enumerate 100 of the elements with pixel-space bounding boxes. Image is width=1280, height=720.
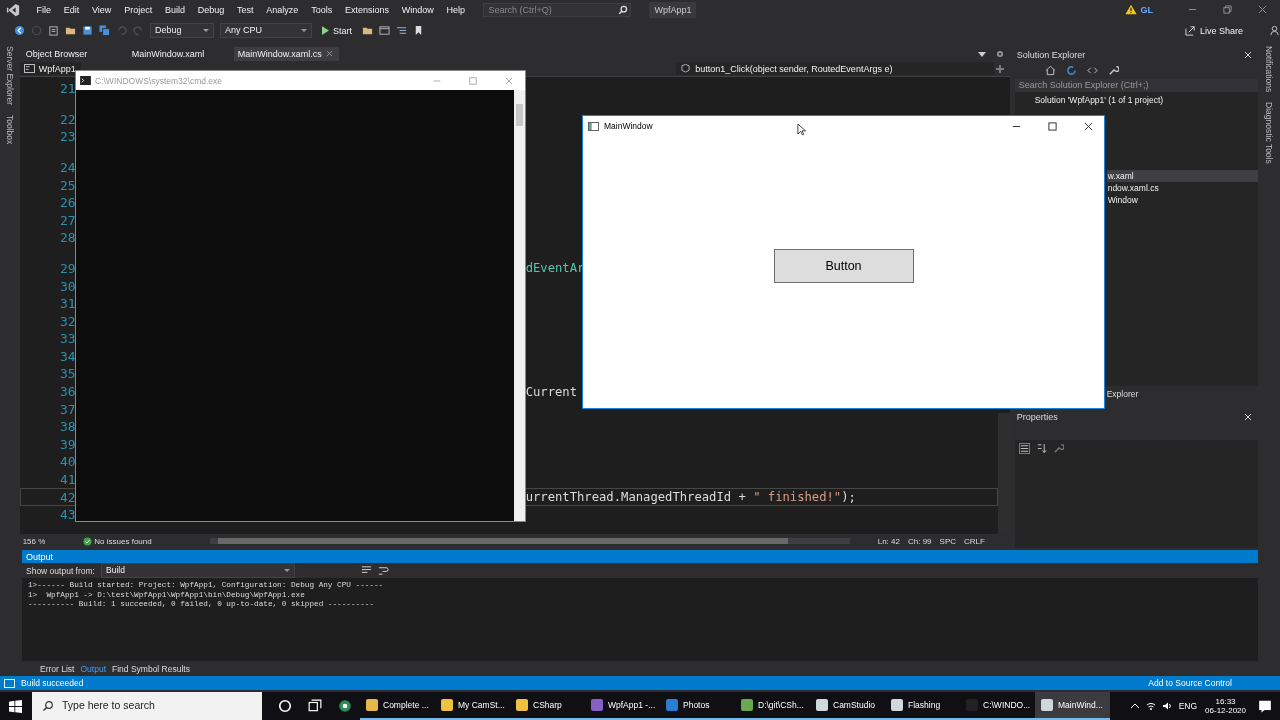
menu-item[interactable]: Extensions [338, 4, 396, 15]
app-icon[interactable] [338, 699, 352, 713]
issues-status[interactable]: No issues found [94, 536, 152, 546]
code-line: dEventAr [525, 261, 586, 276]
project-dropdown[interactable]: WpfApp1 [19, 62, 82, 76]
tree-item[interactable]: w.xaml [1106, 169, 1259, 182]
refresh-icon[interactable] [1065, 64, 1077, 76]
restore-icon[interactable] [1223, 5, 1232, 15]
menu-item[interactable]: Analyze [259, 4, 305, 15]
new-project-icon[interactable] [48, 25, 59, 37]
taskbar-button[interactable]: Flashing [885, 692, 960, 720]
windows-start-icon[interactable] [9, 699, 22, 713]
menu-item[interactable]: Debug [191, 4, 231, 15]
notification-icon[interactable] [1258, 699, 1272, 713]
taskbar-button[interactable]: My CamSt... [435, 692, 510, 720]
save-icon[interactable] [82, 25, 93, 37]
clock-time[interactable]: 16:33 [1215, 697, 1236, 706]
task-view-icon[interactable] [308, 699, 322, 713]
menu-item[interactable]: View [85, 4, 118, 15]
status-message: Build succeeded [21, 678, 84, 688]
button[interactable]: Button [773, 249, 914, 283]
warning-icon[interactable] [1124, 4, 1137, 16]
search-field[interactable]: Search Solution Explorer (Ctrl+;) [1014, 78, 1259, 92]
line-number: 32 [59, 313, 76, 329]
source-control-button[interactable]: Add to Source Control [1148, 678, 1232, 688]
side-tab[interactable]: Server Explorer [4, 45, 15, 105]
tree-item[interactable]: Solution 'WpfApp1' (1 of 1 project) [1014, 93, 1259, 106]
horizontal-scrollbar[interactable] [209, 538, 850, 545]
taskbar-button[interactable]: Complete ... [360, 692, 435, 720]
vs-logo-icon [6, 2, 20, 17]
project-icon [23, 64, 35, 74]
document-tab[interactable]: MainWindow.xaml [127, 46, 230, 61]
side-tab[interactable]: Diagnostic Tools [1264, 102, 1275, 164]
document-tab[interactable]: MainWindow.xaml.cs [233, 46, 339, 61]
panel-tab[interactable]: Error List [40, 663, 75, 674]
window-title: MainWindow [604, 121, 653, 131]
member-dropdown[interactable]: button1_Click(object sender, RoutedEventArgs e) [676, 62, 994, 76]
sort-icon[interactable] [1035, 442, 1047, 454]
line-number: 40 [59, 454, 76, 470]
line-number: 37 [59, 401, 76, 417]
tree-item[interactable]: ndow.xaml.cs [1106, 181, 1259, 194]
menu-item[interactable]: Edit [57, 4, 86, 15]
clock-date[interactable]: 06-12-2020 [1205, 706, 1246, 715]
menu-item[interactable]: Build [158, 4, 192, 15]
scrollbar[interactable] [514, 90, 525, 521]
tree-item[interactable]: Window [1106, 193, 1259, 206]
language-indicator[interactable]: ENG [1178, 701, 1198, 711]
dropdown-icon[interactable] [977, 49, 986, 58]
line-number: 38 [59, 419, 76, 435]
taskbar-button[interactable]: CamStudio [810, 692, 885, 720]
indent-icon[interactable] [396, 25, 407, 37]
menu-item[interactable]: File [30, 4, 58, 15]
settings-icon[interactable] [995, 49, 1004, 58]
platform-dropdown[interactable]: Any CPU [220, 23, 312, 39]
side-tab[interactable]: Notifications [1264, 45, 1275, 93]
folder-icon[interactable] [65, 25, 76, 37]
line-number: 42 [59, 489, 76, 505]
window-icon [588, 121, 599, 131]
folder-icon[interactable] [362, 25, 373, 37]
taskbar-button[interactable]: MainWind... [1035, 692, 1110, 720]
menu-item[interactable]: Tools [304, 4, 339, 15]
browser-icon[interactable] [379, 25, 390, 37]
menu-item[interactable]: Test [230, 4, 260, 15]
maximize-icon[interactable] [1048, 121, 1057, 131]
spacing-indicator: SPC [939, 536, 956, 546]
wifi-icon[interactable] [1145, 701, 1156, 711]
categorized-icon[interactable] [1018, 442, 1030, 454]
panel-tab[interactable]: Output [80, 663, 106, 674]
back-icon[interactable] [14, 25, 25, 37]
close-icon[interactable] [1084, 121, 1093, 131]
line-number: 36 [59, 384, 76, 400]
speaker-icon[interactable] [1161, 701, 1172, 711]
code-line: urrentThread.ManagedThreadId + " finished!"); [525, 490, 857, 505]
taskbar-button[interactable]: D:\git\CSh... [735, 692, 810, 720]
panel-tab[interactable]: Explorer [1106, 388, 1139, 399]
search-field[interactable]: Type here to search [32, 692, 262, 720]
menu-item[interactable]: Project [117, 4, 159, 15]
save-all-icon[interactable] [99, 25, 110, 37]
start-button[interactable]: Start [318, 25, 356, 36]
search-icon[interactable] [618, 4, 629, 15]
cortana-icon[interactable] [278, 699, 292, 713]
menu-item[interactable]: Help [440, 4, 472, 15]
menu-item[interactable]: Window [395, 4, 441, 15]
panel-tab[interactable]: Find Symbol Results [112, 663, 190, 674]
configuration-dropdown[interactable]: Debug [150, 23, 214, 39]
document-tab[interactable]: Object Browser [21, 46, 124, 61]
search-icon[interactable] [42, 700, 54, 712]
output-source-dropdown[interactable]: Build [101, 563, 295, 579]
search-field[interactable]: Search (Ctrl+Q) [483, 2, 632, 17]
taskbar-button[interactable]: CSharp [510, 692, 585, 720]
side-tab[interactable]: Toolbox [4, 114, 15, 145]
home-icon[interactable] [1044, 64, 1056, 76]
word-wrap-icon[interactable] [378, 565, 389, 577]
taskbar-button[interactable]: WpfApp1 -... [585, 692, 660, 720]
live-share-button[interactable]: Live Share [1178, 25, 1249, 37]
account-avatar[interactable]: GL [1140, 4, 1153, 15]
chevron-up-icon[interactable] [1129, 701, 1140, 711]
bookmark-icon[interactable] [413, 25, 424, 37]
zoom-level[interactable]: 156 % [22, 536, 46, 546]
taskbar-button[interactable]: Photos [660, 692, 735, 720]
